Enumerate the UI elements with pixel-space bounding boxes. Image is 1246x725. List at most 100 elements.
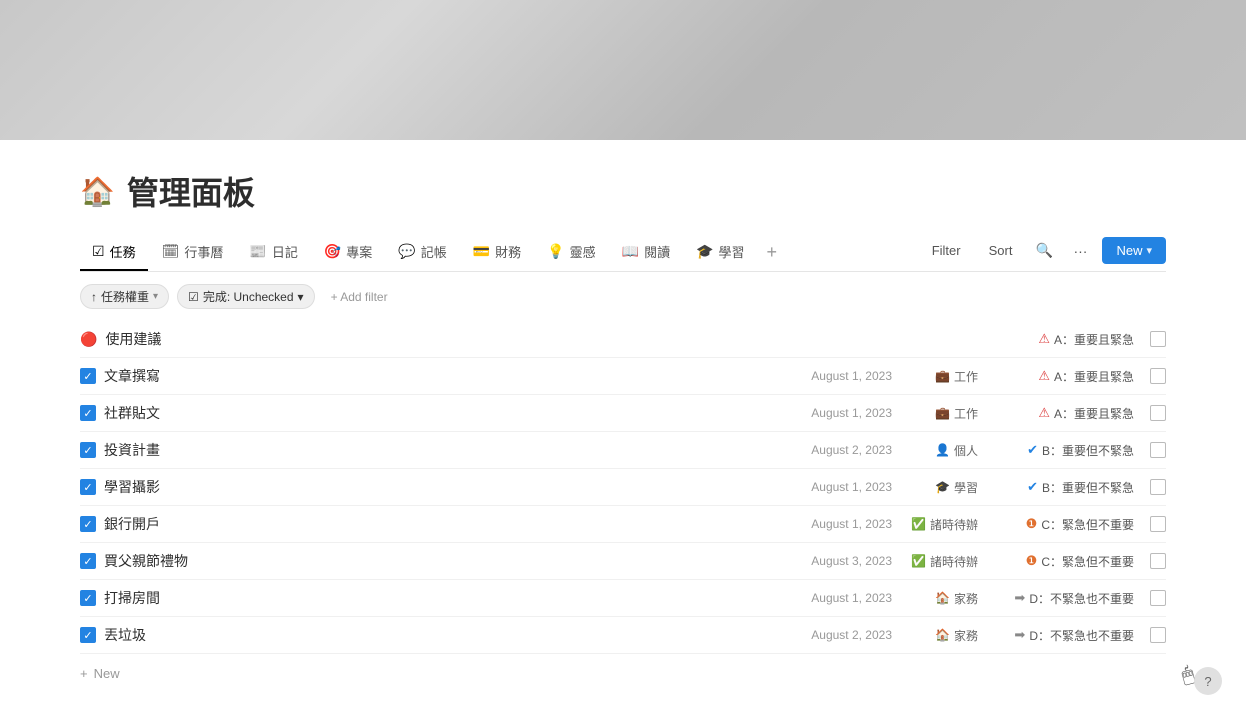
category-icon: 💼 xyxy=(935,406,950,420)
priority-filter-arrow: ▾ xyxy=(153,291,158,302)
tab-icon-diary: 📰 xyxy=(249,243,266,260)
priority-icon: ➡ xyxy=(1014,590,1025,606)
priority-icon: ⚠ xyxy=(1038,405,1050,421)
task-category: 💼工作 xyxy=(908,368,978,385)
task-row-checkbox[interactable] xyxy=(1150,368,1166,384)
search-button[interactable]: 🔍 xyxy=(1030,237,1058,265)
task-priority: ⚠ A：重要且緊急 xyxy=(994,405,1134,422)
priority-label: C：緊急但不重要 xyxy=(1041,553,1134,570)
tab-icon-ledger: 💬 xyxy=(398,243,415,260)
tab-ideas[interactable]: 💡靈感 xyxy=(535,234,607,271)
task-status-check[interactable]: ✓ xyxy=(80,368,96,384)
task-name: 銀行開戶 xyxy=(104,514,803,534)
tab-icon-tasks: ☑ xyxy=(92,243,105,260)
header-banner xyxy=(0,0,1246,140)
tab-finance[interactable]: 💳 財務 xyxy=(461,234,533,271)
task-row[interactable]: ✓ 文章撰寫 August 1, 2023 💼工作 ⚠ A：重要且緊急 xyxy=(80,358,1166,395)
task-row-checkbox[interactable] xyxy=(1150,516,1166,532)
task-row[interactable]: ✓ 買父親節禮物 August 3, 2023 ✅諸時待辦 ❶ C：緊急但不重要 xyxy=(80,543,1166,580)
task-row-checkbox[interactable] xyxy=(1150,331,1166,347)
task-status-check[interactable]: ✓ xyxy=(80,590,96,606)
task-row[interactable]: ✓ 丟垃圾 August 2, 2023 🏠家務 ➡ D：不緊急也不重要 xyxy=(80,617,1166,654)
task-status-icon: 🔴 xyxy=(80,331,97,348)
new-task-plus-icon: + xyxy=(80,666,88,681)
page-title: 管理面板 xyxy=(127,168,255,214)
task-row[interactable]: ✓ 打掃房間 August 1, 2023 🏠家務 ➡ D：不緊急也不重要 xyxy=(80,580,1166,617)
add-filter-button[interactable]: + Add filter xyxy=(323,287,396,307)
tab-project[interactable]: 🎯 專案 xyxy=(312,234,384,271)
priority-icon: ⚠ xyxy=(1038,331,1050,347)
new-dropdown-icon: ▾ xyxy=(1146,244,1152,257)
priority-filter[interactable]: ↑ 任務權重 ▾ xyxy=(80,284,169,309)
task-row-checkbox[interactable] xyxy=(1150,590,1166,606)
task-name: 丟垃圾 xyxy=(104,625,803,645)
tab-ledger[interactable]: 💬記帳 xyxy=(386,234,458,271)
tab-icon-learning: 🎓 xyxy=(696,243,713,260)
task-status-check[interactable]: ✓ xyxy=(80,627,96,643)
tab-tasks[interactable]: ☑任務 xyxy=(80,234,148,271)
priority-icon: ⚠ xyxy=(1038,368,1050,384)
task-row-checkbox[interactable] xyxy=(1150,627,1166,643)
task-category: 🏠家務 xyxy=(908,590,978,607)
sort-button[interactable]: Sort xyxy=(979,238,1023,263)
task-status-check[interactable]: ✓ xyxy=(80,405,96,421)
tab-icon-finance: 💳 xyxy=(473,243,490,260)
task-row[interactable]: ✓ 社群貼文 August 1, 2023 💼工作 ⚠ A：重要且緊急 xyxy=(80,395,1166,432)
priority-filter-label: 任務權重 xyxy=(101,288,149,305)
tab-calendar[interactable]: 🗓行事曆 xyxy=(150,234,236,271)
task-row[interactable]: ✓ 銀行開戶 August 1, 2023 ✅諸時待辦 ❶ C：緊急但不重要 xyxy=(80,506,1166,543)
tab-reading[interactable]: 📖閱讀 xyxy=(610,234,682,271)
tab-add-button[interactable]: + xyxy=(759,234,786,271)
tab-diary[interactable]: 📰 日記 xyxy=(237,234,309,271)
task-priority: ❶ C：緊急但不重要 xyxy=(994,553,1134,570)
task-date: August 2, 2023 xyxy=(811,443,892,457)
task-row-checkbox[interactable] xyxy=(1150,405,1166,421)
tab-icon-calendar: 🗓 xyxy=(162,243,180,260)
tab-label-diary: 日記 xyxy=(272,242,298,261)
priority-icon: ✔ xyxy=(1027,479,1038,495)
more-button[interactable]: ··· xyxy=(1066,237,1094,265)
task-row-checkbox[interactable] xyxy=(1150,442,1166,458)
task-row-checkbox[interactable] xyxy=(1150,553,1166,569)
tab-learning[interactable]: 🎓學習 xyxy=(684,234,756,271)
task-date: August 1, 2023 xyxy=(811,517,892,531)
new-task-row[interactable]: + New xyxy=(80,654,1166,685)
category-icon: 🎓 xyxy=(935,480,950,494)
task-row-checkbox[interactable] xyxy=(1150,479,1166,495)
task-meta: August 3, 2023 ✅諸時待辦 ❶ C：緊急但不重要 xyxy=(811,553,1134,570)
task-list: 🔴 使用建議 ⚠ A：重要且緊急 ✓ 文章撰寫 August 1, 2023 💼… xyxy=(80,321,1166,654)
new-task-label: New xyxy=(94,666,120,681)
category-icon: 🏠 xyxy=(935,591,950,605)
priority-label: D：不緊急也不重要 xyxy=(1029,627,1134,644)
tab-label-finance: 財務 xyxy=(495,242,521,261)
new-button[interactable]: New ▾ xyxy=(1102,237,1166,264)
priority-label: C：緊急但不重要 xyxy=(1041,516,1134,533)
task-row[interactable]: ✓ 學習攝影 August 1, 2023 🎓學習 ✔ B：重要但不緊急 xyxy=(80,469,1166,506)
task-status-check[interactable]: ✓ xyxy=(80,516,96,532)
task-priority: ⚠ A：重要且緊急 xyxy=(994,368,1134,385)
tab-label-calendar: 行事曆 xyxy=(184,242,223,261)
tab-label-project: 專案 xyxy=(346,242,372,261)
task-priority: ➡ D：不緊急也不重要 xyxy=(994,627,1134,644)
task-status-check[interactable]: ✓ xyxy=(80,479,96,495)
done-filter[interactable]: ☑ 完成: Unchecked ▾ xyxy=(177,284,315,309)
task-category: 🏠家務 xyxy=(908,627,978,644)
filter-button[interactable]: Filter xyxy=(922,238,971,263)
priority-icon: ➡ xyxy=(1014,627,1025,643)
task-meta: ⚠ A：重要且緊急 xyxy=(994,331,1134,348)
task-status-check[interactable]: ✓ xyxy=(80,442,96,458)
task-category: ✅諸時待辦 xyxy=(908,553,978,570)
task-status-check[interactable]: ✓ xyxy=(80,553,96,569)
tab-icon-project: 🎯 xyxy=(324,243,341,260)
priority-label: A：重要且緊急 xyxy=(1054,368,1134,385)
task-priority: ➡ D：不緊急也不重要 xyxy=(994,590,1134,607)
task-priority: ✔ B：重要但不緊急 xyxy=(994,442,1134,459)
priority-icon: ✔ xyxy=(1027,442,1038,458)
task-name: 社群貼文 xyxy=(104,403,803,423)
help-button[interactable]: ? xyxy=(1194,667,1222,695)
task-row[interactable]: 🔴 使用建議 ⚠ A：重要且緊急 xyxy=(80,321,1166,358)
category-icon: 🏠 xyxy=(935,628,950,642)
task-date: August 2, 2023 xyxy=(811,628,892,642)
task-row[interactable]: ✓ 投資計畫 August 2, 2023 👤個人 ✔ B：重要但不緊急 xyxy=(80,432,1166,469)
tab-label-reading: 閱讀 xyxy=(644,242,670,261)
